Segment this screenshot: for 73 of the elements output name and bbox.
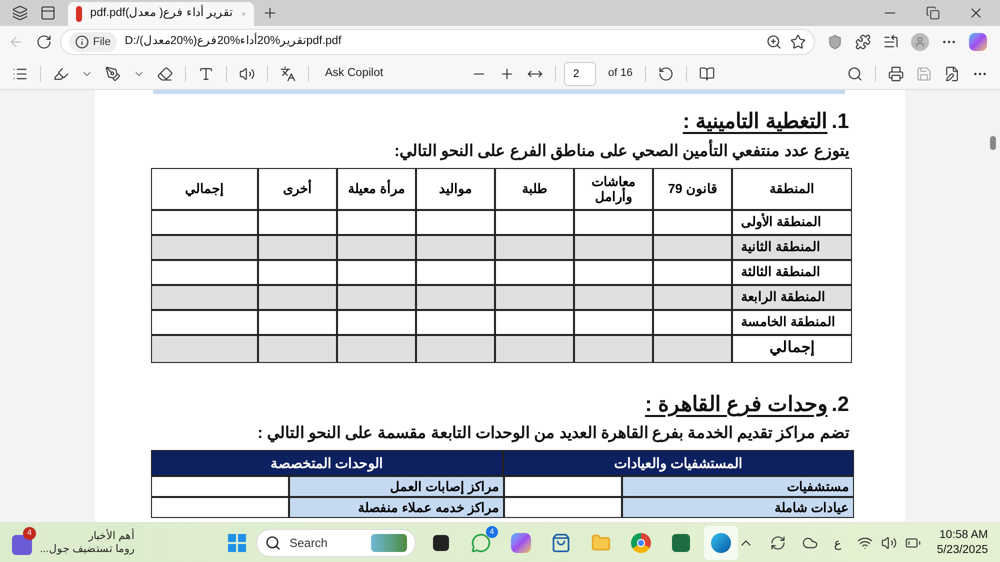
text-icon[interactable] bbox=[198, 66, 214, 82]
page-view-icon[interactable] bbox=[698, 66, 715, 82]
column-header: المستشفيات والعيادات bbox=[502, 450, 854, 476]
page-count: of 16 bbox=[608, 66, 633, 82]
column-header: مرأة معيلة bbox=[337, 168, 416, 210]
tab-panel-icon[interactable] bbox=[40, 5, 56, 21]
page-number-field[interactable]: 2 bbox=[564, 62, 596, 86]
edge-icon[interactable] bbox=[704, 526, 738, 560]
section-heading: التغطية التامينية : bbox=[682, 109, 828, 135]
eraser-icon[interactable] bbox=[157, 66, 173, 82]
row-label: مراكز إصابات العمل bbox=[289, 476, 504, 497]
favorite-icon[interactable] bbox=[790, 34, 806, 50]
draw-icon[interactable] bbox=[105, 66, 121, 82]
highlight-icon[interactable] bbox=[53, 66, 69, 82]
section-intro: يتوزع عدد منتفعي التأمين الصحي على مناطق الفرع على النحو التالي: bbox=[151, 140, 849, 164]
column-header: طلبة bbox=[495, 168, 574, 210]
notification-badge: 4 bbox=[23, 526, 36, 540]
row-label: عيادات شاملة bbox=[622, 497, 854, 518]
volume-icon[interactable] bbox=[880, 534, 897, 550]
pdf-file-icon bbox=[76, 6, 82, 22]
save-as-icon[interactable] bbox=[944, 66, 960, 82]
clock-time[interactable]: 10:58 AM bbox=[939, 528, 988, 542]
row-label: مراكز خدمه عملاء منفصلة bbox=[289, 497, 504, 518]
section-number: 2. bbox=[831, 392, 849, 418]
column-header: قانون 79 bbox=[653, 168, 732, 210]
search-icon bbox=[265, 534, 282, 550]
row-label: المنطقة الخامسة bbox=[732, 310, 852, 334]
column-header: معاشات وأرامل bbox=[574, 168, 653, 210]
clock-date[interactable]: 5/23/2025 bbox=[936, 542, 988, 558]
language-indicator[interactable]: ع bbox=[834, 534, 841, 552]
chat-icon[interactable]: 4 bbox=[464, 526, 498, 560]
notification-badge: 4 bbox=[486, 526, 498, 538]
search-field[interactable]: Search bbox=[256, 528, 416, 556]
read-aloud-icon[interactable] bbox=[239, 66, 255, 82]
column-header: المنطقة bbox=[732, 168, 852, 210]
row-label: المنطقة الرابعة bbox=[732, 284, 852, 310]
news-title: أهم الأخبار bbox=[87, 530, 135, 542]
info-icon bbox=[75, 35, 89, 49]
restore-icon[interactable] bbox=[926, 6, 940, 20]
column-header: أخرى bbox=[258, 168, 337, 210]
row-label: مستشفيات bbox=[622, 476, 854, 497]
column-header: إجمالي bbox=[151, 168, 258, 210]
section-heading: وحدات فرع القاهرة : bbox=[644, 392, 828, 418]
search-icon[interactable] bbox=[847, 66, 863, 82]
section-number: 1. bbox=[831, 109, 849, 135]
zoom-icon[interactable] bbox=[766, 34, 782, 50]
rotate-icon[interactable] bbox=[658, 66, 674, 82]
refresh-icon[interactable] bbox=[36, 34, 52, 50]
chat-bubble-icon bbox=[470, 532, 491, 552]
site-info-button[interactable]: File bbox=[69, 32, 117, 52]
news-subtitle: روما تستضيف جول... bbox=[40, 542, 135, 556]
row-label: المنطقة الثانية bbox=[732, 234, 852, 260]
tab-title: تقرير أداء فرع( معدل)pdf.pdf bbox=[90, 5, 233, 23]
copilot-icon[interactable] bbox=[969, 33, 987, 51]
sync-icon[interactable] bbox=[770, 534, 786, 550]
new-tab-icon[interactable] bbox=[262, 5, 278, 21]
column-header: الوحدات المتخصصة bbox=[151, 450, 502, 476]
scrollbar[interactable] bbox=[990, 136, 996, 150]
extensions-icon[interactable] bbox=[855, 34, 871, 50]
favorites-icon[interactable] bbox=[883, 34, 899, 50]
row-label: إجمالي bbox=[732, 334, 852, 362]
column-header: مواليد bbox=[416, 168, 495, 210]
browser-tab[interactable]: تقرير أداء فرع( معدل)pdf.pdf bbox=[68, 2, 254, 26]
row-label: المنطقة الثالثة bbox=[732, 260, 852, 284]
profile-avatar[interactable] bbox=[911, 33, 929, 51]
row-label: المنطقة الأولى bbox=[732, 210, 852, 234]
workspaces-icon[interactable] bbox=[12, 5, 28, 21]
section-intro: تضم مراكز تقديم الخدمة بفرع القاهرة العديد من الوحدات التابعة مقسمة على النحو التالي : bbox=[256, 424, 849, 444]
ask-copilot-button[interactable]: Ask Copilot bbox=[321, 64, 388, 82]
translate-icon[interactable] bbox=[280, 66, 296, 82]
print-icon[interactable] bbox=[888, 66, 904, 82]
shield-icon[interactable] bbox=[827, 34, 843, 50]
url-text: D:/تقرير%20أداء%20فرع(%20معدل)pdf.pdf bbox=[124, 33, 758, 51]
